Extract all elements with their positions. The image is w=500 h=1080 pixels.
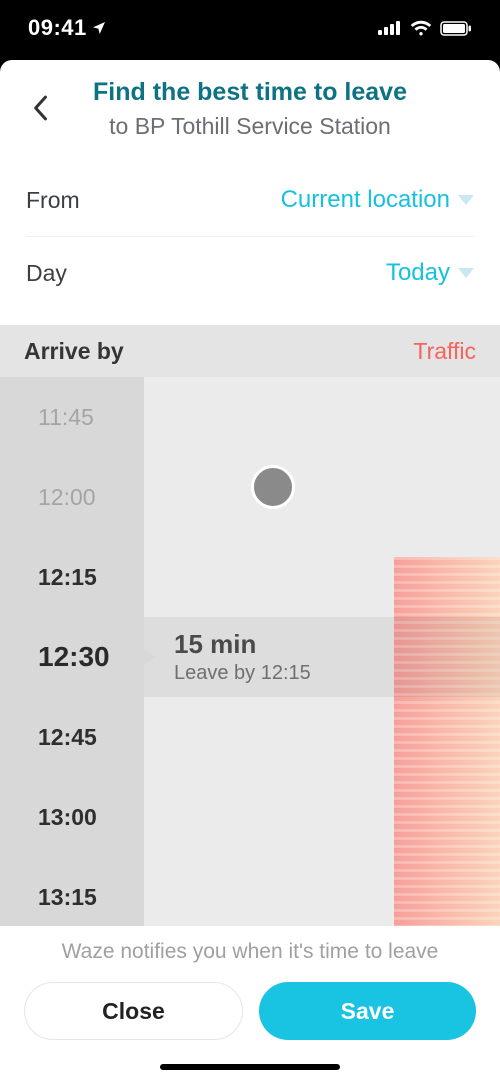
form: From Current location Day Today [0, 168, 500, 305]
footer-notice: Waze notifies you when it's time to leav… [24, 940, 476, 964]
status-time: 09:41 [28, 15, 87, 41]
time-slot[interactable]: 12:15 [0, 537, 144, 617]
arrive-by-label: Arrive by [24, 338, 124, 365]
time-picker[interactable]: 11:45 12:00 12:15 12:30 12:45 13:00 13:1… [0, 377, 500, 937]
status-time-group: 09:41 [28, 15, 107, 41]
duration-text: 15 min [174, 629, 500, 660]
traffic-chart: 15 min Leave by 12:15 [144, 377, 500, 937]
scroll-thumb-icon[interactable] [251, 465, 295, 509]
day-label: Day [26, 260, 67, 287]
battery-icon [440, 21, 472, 36]
traffic-bar-fill [394, 557, 500, 937]
page-subtitle: to BP Tothill Service Station [24, 113, 476, 140]
from-row[interactable]: From Current location [26, 168, 474, 232]
from-value-group: Current location [281, 186, 474, 214]
time-column[interactable]: 11:45 12:00 12:15 12:30 12:45 13:00 13:1… [0, 377, 144, 937]
chevron-down-icon [458, 195, 474, 205]
sheet: Find the best time to leave to BP Tothil… [0, 60, 500, 1080]
home-indicator[interactable] [160, 1064, 340, 1070]
divider [26, 236, 474, 237]
day-value: Today [386, 259, 450, 287]
save-button[interactable]: Save [259, 982, 476, 1040]
wifi-icon [410, 20, 432, 36]
time-slot[interactable]: 13:15 [0, 857, 144, 937]
close-button[interactable]: Close [24, 982, 243, 1040]
selection-band: 15 min Leave by 12:15 [144, 617, 500, 697]
chevron-down-icon [458, 268, 474, 278]
time-slot[interactable]: 12:45 [0, 697, 144, 777]
page-title: Find the best time to leave [24, 78, 476, 107]
leave-by-text: Leave by 12:15 [174, 662, 500, 685]
from-label: From [26, 187, 80, 214]
selection-pointer-icon [144, 649, 156, 665]
header: Find the best time to leave to BP Tothil… [0, 60, 500, 140]
day-row[interactable]: Day Today [26, 241, 474, 305]
time-slot[interactable]: 12:00 [0, 457, 144, 537]
traffic-label: Traffic [413, 338, 476, 365]
day-value-group: Today [386, 259, 474, 287]
save-label: Save [341, 998, 395, 1025]
cellular-icon [378, 21, 402, 35]
time-slot-selected[interactable]: 12:30 [0, 617, 144, 697]
traffic-fade [394, 532, 500, 560]
footer: Waze notifies you when it's time to leav… [0, 926, 500, 1080]
from-value: Current location [281, 186, 450, 214]
location-arrow-icon [91, 20, 107, 36]
status-bar: 09:41 [0, 0, 500, 60]
footer-buttons: Close Save [24, 982, 476, 1040]
time-slot[interactable]: 13:00 [0, 777, 144, 857]
close-label: Close [102, 998, 165, 1025]
back-button[interactable] [20, 88, 60, 128]
chevron-left-icon [32, 95, 48, 121]
picker-header: Arrive by Traffic [0, 325, 500, 377]
time-slot[interactable]: 11:45 [0, 377, 144, 457]
status-indicators [378, 20, 472, 36]
